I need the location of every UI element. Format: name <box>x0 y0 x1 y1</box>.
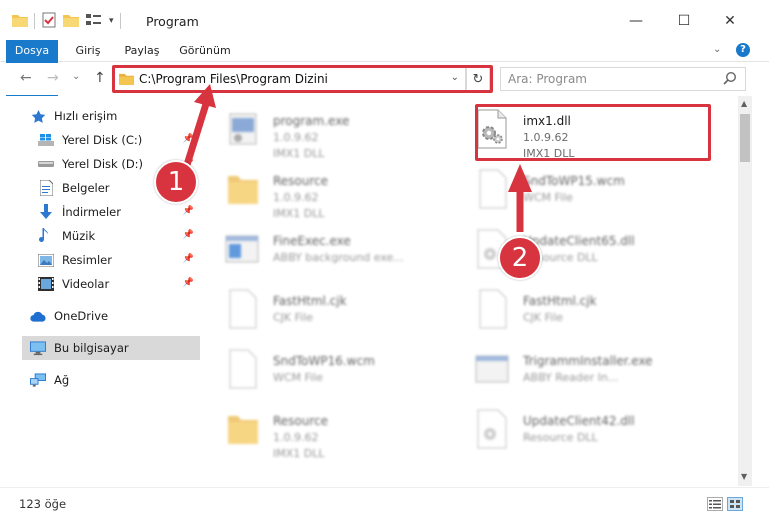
step-marker-1: 1 <box>154 160 198 204</box>
annotation-arrows <box>182 84 532 232</box>
step-marker-2: 2 <box>498 236 542 280</box>
arrow-to-address-icon <box>182 84 216 170</box>
arrow-to-file-icon <box>508 164 532 232</box>
